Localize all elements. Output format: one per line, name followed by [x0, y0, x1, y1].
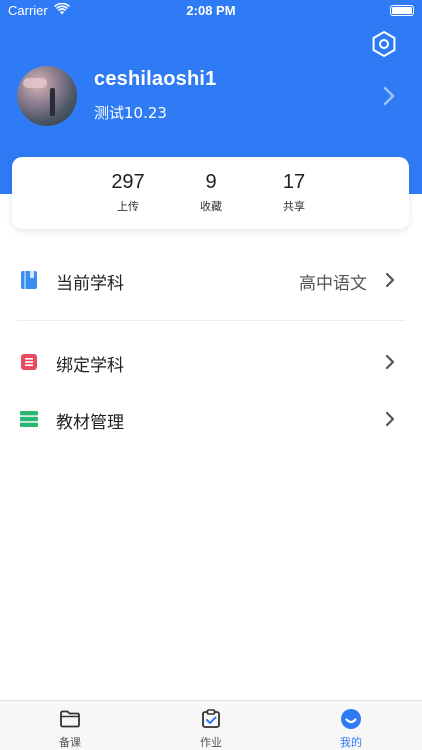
status-bar: Carrier 2:08 PM: [0, 0, 422, 22]
textbook-manage-row[interactable]: 教材管理: [0, 399, 422, 439]
current-subject-row[interactable]: 当前学科 高中语文: [0, 260, 422, 300]
stat-shared-value: 17: [282, 171, 306, 193]
bind-subject-row[interactable]: 绑定学科: [0, 342, 422, 382]
stack-icon: [20, 411, 38, 427]
tab-mine-label: 我的: [340, 736, 362, 749]
chevron-right-icon: [385, 411, 395, 427]
chevron-right-icon: [385, 272, 395, 288]
divider: [17, 320, 405, 321]
tab-lesson-prep[interactable]: 备课: [30, 707, 110, 750]
folder-icon: [60, 710, 80, 728]
avatar-figure: [50, 88, 55, 116]
stat-favorites-label: 收藏: [200, 200, 222, 213]
stat-uploads-value: 297: [111, 171, 145, 193]
current-subject-value: 高中语文: [299, 274, 367, 294]
username: ceshilaoshi1: [94, 68, 217, 90]
tab-homework-label: 作业: [200, 736, 222, 749]
stat-shared[interactable]: 17 共享: [254, 171, 334, 214]
clock: 2:08 PM: [186, 3, 236, 18]
current-subject-label: 当前学科: [56, 274, 124, 294]
stat-shared-label: 共享: [283, 200, 305, 213]
stats-card: 297 上传 9 收藏 17 共享: [12, 157, 409, 229]
avatar-cloud: [23, 78, 47, 88]
battery-icon: [390, 5, 414, 16]
settings-hexagon-icon[interactable]: [370, 30, 398, 58]
book-icon: [21, 271, 37, 289]
stat-favorites[interactable]: 9 收藏: [171, 171, 251, 214]
bind-subject-label: 绑定学科: [56, 356, 124, 376]
stat-uploads[interactable]: 297 上传: [88, 171, 168, 214]
textbook-manage-label: 教材管理: [56, 413, 124, 433]
tab-bar: 备课 作业 我的: [0, 700, 422, 750]
chevron-right-icon[interactable]: [380, 84, 398, 108]
tab-homework[interactable]: 作业: [171, 707, 251, 750]
smiley-icon: [341, 709, 361, 729]
list-icon: [21, 354, 37, 370]
user-subtitle: 测试10.23: [94, 104, 167, 122]
avatar[interactable]: [17, 66, 77, 126]
stat-uploads-label: 上传: [117, 200, 139, 213]
clipboard-check-icon: [202, 709, 220, 728]
tab-lesson-prep-label: 备课: [59, 736, 81, 749]
chevron-right-icon: [385, 354, 395, 370]
tab-mine[interactable]: 我的: [311, 707, 391, 750]
stat-favorites-value: 9: [205, 171, 217, 193]
